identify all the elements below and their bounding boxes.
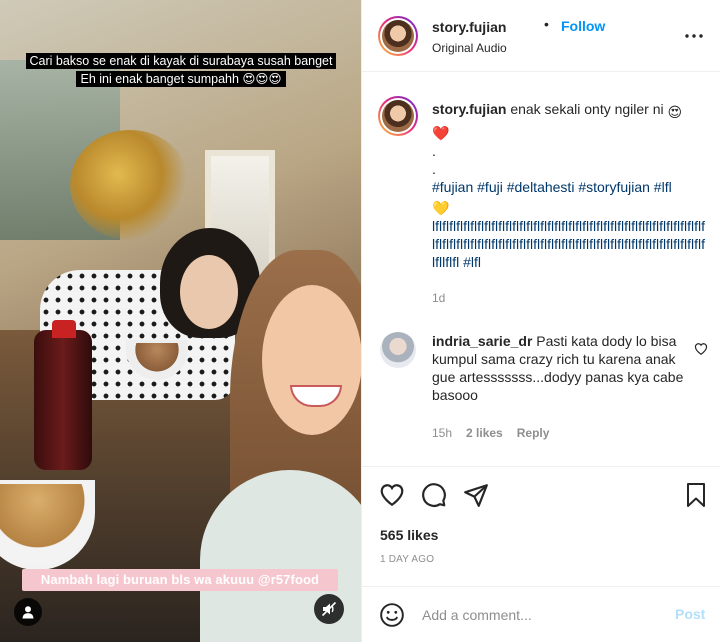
video-caption-bottom: Nambah lagi buruan bls wa akuuu @r57food bbox=[22, 569, 338, 591]
commenter-username[interactable]: indria_sarie_dr bbox=[432, 333, 532, 349]
comment-text: indria_sarie_dr Pasti kata dody lo bisa … bbox=[432, 332, 684, 404]
emoji-heart-eyes: 😍 bbox=[667, 104, 683, 120]
follow-button[interactable]: Follow bbox=[561, 18, 605, 34]
tagged-users-button[interactable] bbox=[14, 598, 42, 626]
scene-girl-face bbox=[180, 255, 238, 329]
comment-reply-button[interactable]: Reply bbox=[517, 426, 550, 440]
more-options-button[interactable] bbox=[684, 26, 704, 46]
likes-count[interactable]: 565 likes bbox=[380, 527, 438, 543]
bookmark-icon bbox=[687, 483, 705, 507]
scene-bottle-cap bbox=[52, 320, 76, 338]
caption-author-avatar[interactable] bbox=[378, 96, 418, 136]
emoji-picker-button[interactable] bbox=[378, 601, 406, 629]
caption-timestamp[interactable]: 1d bbox=[432, 291, 445, 305]
heart-outline-icon bbox=[694, 343, 708, 355]
post-comment-button[interactable]: Post bbox=[675, 606, 705, 622]
scene-plant bbox=[70, 130, 190, 240]
post-date[interactable]: 1 DAY AGO bbox=[380, 554, 434, 565]
comment-icon bbox=[422, 483, 446, 507]
comment-time[interactable]: 15h bbox=[432, 426, 452, 440]
comments-area: story.fujian enak sekali onty ngiler ni … bbox=[362, 72, 720, 467]
save-button[interactable] bbox=[682, 481, 710, 509]
comment-input[interactable] bbox=[422, 603, 662, 627]
author-avatar[interactable] bbox=[378, 16, 418, 56]
caption-dot-1: . bbox=[432, 143, 436, 159]
audio-label[interactable]: Original Audio bbox=[432, 41, 507, 55]
emoji-yellow-heart: 💛 bbox=[432, 200, 450, 216]
smiley-icon bbox=[380, 603, 404, 627]
share-button[interactable] bbox=[462, 481, 490, 509]
comment-likes[interactable]: 2 likes bbox=[466, 426, 503, 440]
video-caption-top: Cari bakso se enak di kayak di surabaya … bbox=[22, 52, 340, 88]
like-button[interactable] bbox=[378, 481, 406, 509]
video-caption-line-2: Eh ini enak banget sumpahh 😍😍😍 bbox=[76, 71, 286, 87]
comment-meta: 15h 2 likes Reply bbox=[432, 426, 549, 440]
caption-username[interactable]: story.fujian bbox=[432, 101, 506, 117]
video-caption-line-1: Cari bakso se enak di kayak di surabaya … bbox=[25, 53, 337, 69]
comment-like-button[interactable] bbox=[694, 342, 708, 356]
post-side-panel: story.fujian • Follow Original Audio sto… bbox=[361, 0, 720, 642]
separator-dot: • bbox=[544, 16, 549, 32]
user-icon bbox=[22, 606, 34, 619]
mute-icon bbox=[321, 601, 337, 617]
caption-hashtag-tail[interactable]: lflflflflflflflflflflflflflflflflflflflf… bbox=[432, 218, 705, 270]
instagram-post: Cari bakso se enak di kayak di surabaya … bbox=[0, 0, 720, 642]
share-icon bbox=[464, 484, 488, 507]
author-username[interactable]: story.fujian bbox=[432, 19, 506, 35]
caption-hashtags[interactable]: #fujian #fuji #deltahesti #storyfujian #… bbox=[432, 179, 672, 195]
emoji-red-heart: ❤️ bbox=[432, 125, 450, 141]
post-video[interactable]: Cari bakso se enak di kayak di surabaya … bbox=[0, 0, 361, 642]
caption-text: story.fujian enak sekali onty ngiler ni … bbox=[432, 100, 708, 271]
mute-button[interactable] bbox=[314, 594, 344, 624]
add-comment-bar: Post bbox=[362, 586, 720, 642]
commenter-avatar[interactable] bbox=[380, 332, 416, 368]
scene-woman-face bbox=[262, 285, 361, 435]
comment-button[interactable] bbox=[420, 481, 448, 509]
action-bar bbox=[362, 467, 720, 523]
post-header: story.fujian • Follow Original Audio bbox=[362, 0, 720, 72]
caption-body: enak sekali onty ngiler ni bbox=[510, 101, 664, 117]
scene-sauce-bottle bbox=[34, 330, 92, 470]
heart-icon bbox=[380, 484, 404, 507]
more-horizontal-icon bbox=[685, 34, 703, 38]
caption-dot-2: . bbox=[432, 161, 436, 177]
